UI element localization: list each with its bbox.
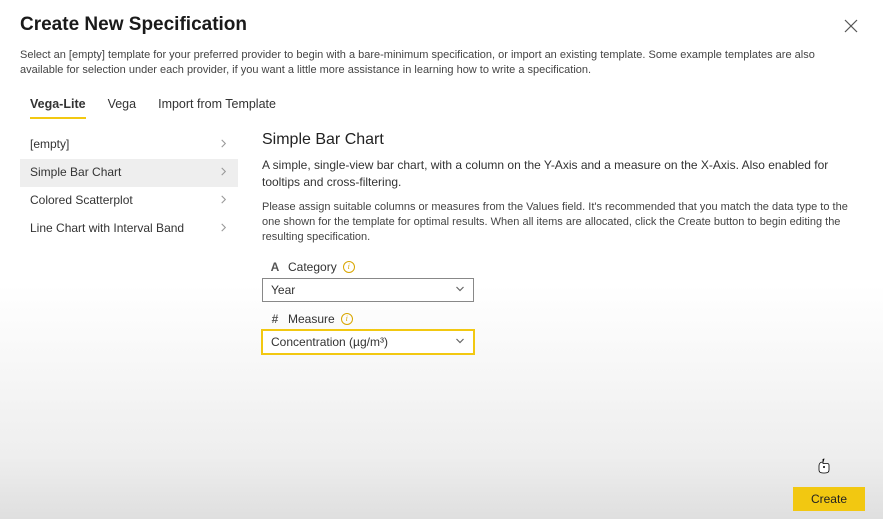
measure-select-value: Concentration (µg/m³) [271,335,388,349]
template-list: [empty] Simple Bar Chart Colored Scatter… [20,131,238,364]
measure-select[interactable]: Concentration (µg/m³) [262,330,474,354]
field-measure-label: Measure [288,312,335,326]
template-item-label: Colored Scatterplot [30,193,133,207]
cursor-indicator [817,458,831,479]
dialog-title: Create New Specification [20,14,247,36]
tab-import-template[interactable]: Import from Template [158,97,276,119]
provider-tabs: Vega-Lite Vega Import from Template [0,79,883,119]
field-measure-group: # Measure i Concentration (µg/m³) [262,312,853,354]
template-item-label: [empty] [30,137,69,151]
category-select[interactable]: Year [262,278,474,302]
dialog-intro-text: Select an [empty] template for your pref… [0,38,850,79]
template-item-colored-scatterplot[interactable]: Colored Scatterplot [20,187,238,215]
template-instructions: Please assign suitable columns or measur… [262,200,853,246]
chevron-right-icon [219,165,228,179]
category-select-value: Year [271,283,295,297]
info-icon[interactable]: i [343,261,355,273]
field-category-label: Category [288,260,337,274]
chevron-right-icon [219,137,228,151]
field-category-group: A Category i Year [262,260,853,302]
template-item-label: Simple Bar Chart [30,165,121,179]
type-glyph-number-icon: # [268,312,282,326]
chevron-down-icon [455,335,465,349]
info-icon[interactable]: i [341,313,353,325]
tab-vega[interactable]: Vega [108,97,137,119]
create-button[interactable]: Create [793,487,865,511]
template-item-simple-bar-chart[interactable]: Simple Bar Chart [20,159,238,187]
template-item-line-chart-interval-band[interactable]: Line Chart with Interval Band [20,215,238,243]
chevron-down-icon [455,283,465,297]
close-icon [844,19,858,33]
template-item-empty[interactable]: [empty] [20,131,238,159]
type-glyph-text-icon: A [268,260,282,274]
chevron-right-icon [219,221,228,235]
template-description: A simple, single-view bar chart, with a … [262,157,853,192]
template-details: Simple Bar Chart A simple, single-view b… [262,131,863,364]
template-title: Simple Bar Chart [262,131,853,149]
template-item-label: Line Chart with Interval Band [30,221,184,235]
tab-vega-lite[interactable]: Vega-Lite [30,97,86,119]
close-button[interactable] [839,14,863,38]
chevron-right-icon [219,193,228,207]
